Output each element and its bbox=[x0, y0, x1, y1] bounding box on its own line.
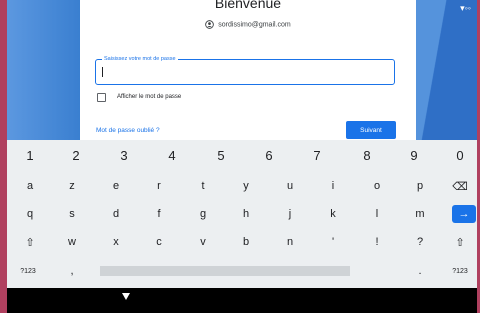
enter-key[interactable]: → bbox=[452, 205, 476, 223]
key-4[interactable]: 4 bbox=[155, 144, 189, 166]
key-question[interactable]: ? bbox=[403, 231, 437, 253]
key-exclamation[interactable]: ! bbox=[360, 231, 394, 253]
key-z[interactable]: z bbox=[55, 175, 89, 197]
space-bar[interactable] bbox=[100, 266, 350, 276]
key-8[interactable]: 8 bbox=[350, 144, 384, 166]
key-m[interactable]: m bbox=[403, 203, 437, 225]
forgot-password-link[interactable]: Mot de passe oublié ? bbox=[96, 126, 160, 135]
key-6[interactable]: 6 bbox=[252, 144, 286, 166]
backspace-key[interactable]: ⌫ bbox=[445, 175, 475, 197]
key-p[interactable]: p bbox=[403, 175, 437, 197]
account-circle-icon bbox=[205, 20, 215, 29]
window-frame-left bbox=[0, 0, 7, 313]
background-panel-right: ▾◦◦ bbox=[416, 0, 477, 140]
on-screen-keyboard: 1 2 3 4 5 6 7 8 9 0 a z e r t y u i o p … bbox=[7, 140, 477, 288]
key-2[interactable]: 2 bbox=[59, 144, 93, 166]
key-comma[interactable]: , bbox=[55, 260, 89, 282]
hide-keyboard-icon[interactable] bbox=[122, 293, 130, 300]
background-panel-left bbox=[7, 0, 80, 140]
next-button[interactable]: Suivant bbox=[346, 121, 396, 139]
key-j[interactable]: j bbox=[273, 203, 307, 225]
key-u[interactable]: u bbox=[273, 175, 307, 197]
signin-dialog: Bienvenue sordissimo@gmail.com Saisissez… bbox=[80, 0, 416, 140]
symbols-key-left[interactable]: ?123 bbox=[11, 260, 45, 282]
key-o[interactable]: o bbox=[360, 175, 394, 197]
password-input[interactable]: Saisissez votre mot de passe bbox=[95, 55, 395, 85]
key-q[interactable]: q bbox=[13, 203, 47, 225]
show-password-label: Afficher le mot de passe bbox=[117, 94, 182, 100]
key-i[interactable]: i bbox=[316, 175, 350, 197]
key-a[interactable]: a bbox=[13, 175, 47, 197]
key-x[interactable]: x bbox=[99, 231, 133, 253]
key-1[interactable]: 1 bbox=[13, 144, 47, 166]
key-r[interactable]: r bbox=[142, 175, 176, 197]
key-w[interactable]: w bbox=[55, 231, 89, 253]
account-email: sordissimo@gmail.com bbox=[218, 21, 291, 29]
key-apostrophe[interactable]: ' bbox=[316, 231, 350, 253]
symbols-key-right[interactable]: ?123 bbox=[445, 260, 475, 282]
key-t[interactable]: t bbox=[186, 175, 220, 197]
key-b[interactable]: b bbox=[229, 231, 263, 253]
navigation-bar bbox=[7, 288, 477, 313]
key-s[interactable]: s bbox=[55, 203, 89, 225]
key-period[interactable]: . bbox=[403, 260, 437, 282]
key-3[interactable]: 3 bbox=[107, 144, 141, 166]
key-v[interactable]: v bbox=[186, 231, 220, 253]
status-icons: ▾◦◦ bbox=[460, 3, 471, 13]
key-5[interactable]: 5 bbox=[204, 144, 238, 166]
key-g[interactable]: g bbox=[186, 203, 220, 225]
account-chip[interactable]: sordissimo@gmail.com bbox=[80, 20, 416, 30]
show-password-checkbox[interactable] bbox=[97, 93, 106, 102]
text-cursor bbox=[102, 67, 103, 77]
password-label: Saisissez votre mot de passe bbox=[102, 55, 178, 63]
key-h[interactable]: h bbox=[229, 203, 263, 225]
key-d[interactable]: d bbox=[99, 203, 133, 225]
key-y[interactable]: y bbox=[229, 175, 263, 197]
key-f[interactable]: f bbox=[142, 203, 176, 225]
shift-key-left[interactable]: ⇧ bbox=[13, 231, 47, 253]
key-9[interactable]: 9 bbox=[397, 144, 431, 166]
key-7[interactable]: 7 bbox=[300, 144, 334, 166]
key-e[interactable]: e bbox=[99, 175, 133, 197]
page-title: Bienvenue bbox=[214, 0, 282, 11]
key-0[interactable]: 0 bbox=[445, 144, 475, 166]
key-c[interactable]: c bbox=[142, 231, 176, 253]
key-n[interactable]: n bbox=[273, 231, 307, 253]
key-k[interactable]: k bbox=[316, 203, 350, 225]
key-l[interactable]: l bbox=[360, 203, 394, 225]
shift-key-right[interactable]: ⇧ bbox=[445, 231, 475, 253]
